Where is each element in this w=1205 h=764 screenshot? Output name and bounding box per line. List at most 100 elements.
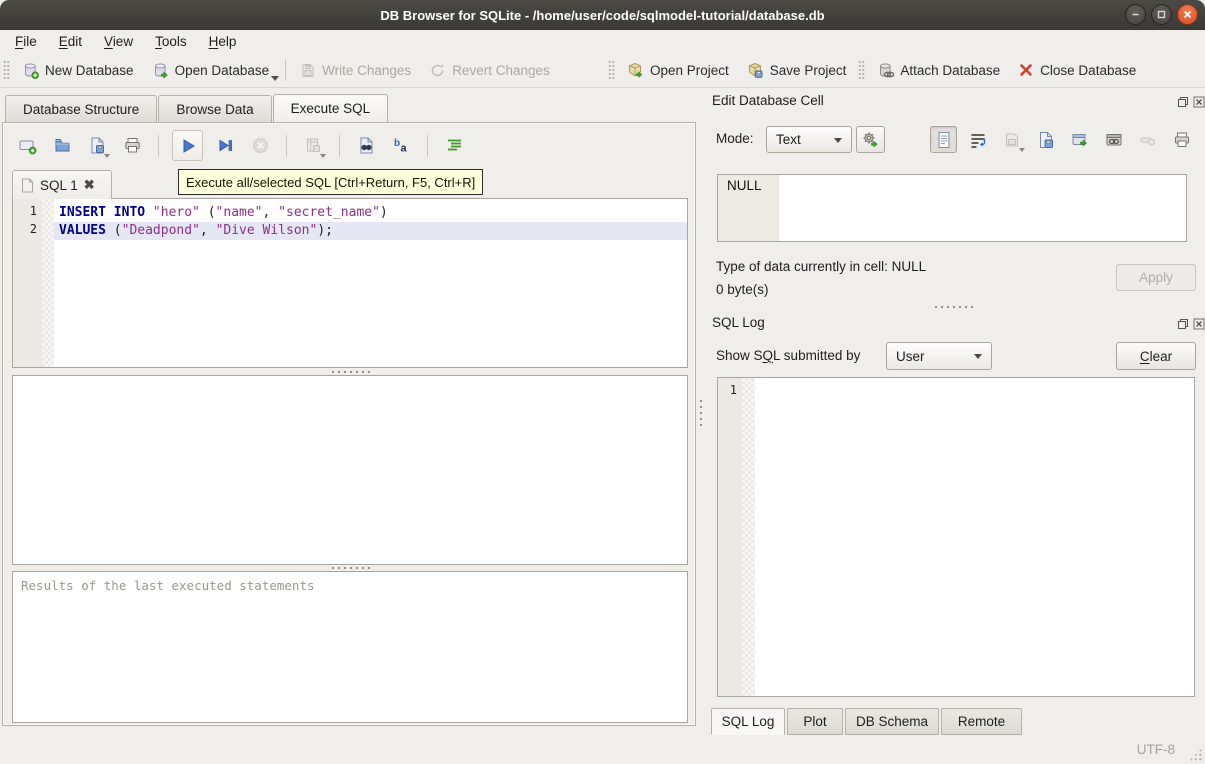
tab-browse-data[interactable]: Browse Data [158, 95, 271, 122]
toolbar-separator [286, 135, 287, 157]
set-null-icon [1139, 131, 1157, 149]
open-database-button[interactable]: Open Database [143, 58, 272, 83]
open-external-button[interactable] [1066, 126, 1093, 153]
print-cell-button[interactable] [1168, 126, 1195, 153]
apply-changes-icon [861, 130, 880, 149]
title-bar[interactable]: DB Browser for SQLite - /home/user/code/… [0, 0, 1205, 30]
log-filter-value: User [896, 349, 925, 364]
dock-tab-db-schema[interactable]: DB Schema [845, 708, 939, 735]
apply-format-button[interactable] [856, 126, 885, 153]
sql-token: "name" [216, 205, 263, 220]
log-filter-select[interactable]: User [886, 342, 992, 370]
revert-changes-icon [429, 62, 446, 79]
fold-margin [42, 199, 54, 367]
toolbar-separator [339, 135, 340, 157]
sql-log-editor[interactable]: 1 [717, 377, 1195, 697]
tab-execute-sql[interactable]: Execute SQL [273, 94, 389, 122]
new-database-icon [22, 62, 39, 79]
float-panel-button[interactable] [1176, 95, 1190, 109]
execute-all-button[interactable] [172, 130, 203, 161]
close-button[interactable] [1177, 4, 1198, 25]
find-replace-button[interactable] [353, 133, 379, 159]
word-wrap-button[interactable] [964, 126, 991, 153]
stop-icon [251, 136, 270, 155]
text-view-icon [935, 131, 953, 149]
clear-log-button[interactable]: Clear [1116, 342, 1196, 370]
save-sql-dropdown-icon[interactable] [104, 154, 110, 158]
open-database-icon [152, 62, 169, 79]
word-wrap-icon [969, 131, 987, 149]
cell-editor-title: Edit Database Cell [712, 93, 824, 108]
print-button[interactable] [119, 133, 145, 159]
dock-tab-sql-log[interactable]: SQL Log [711, 708, 785, 735]
save-sql-file-button[interactable] [84, 133, 110, 159]
export-data-button[interactable] [1032, 126, 1059, 153]
sql-token: VALUES [59, 223, 106, 238]
cell-value-editor[interactable]: NULL [717, 174, 1187, 242]
tab-database-structure[interactable]: Database Structure [5, 95, 157, 122]
close-panel-button[interactable] [1192, 95, 1205, 109]
menu-bar: File Edit View Tools Help [0, 30, 1205, 53]
open-sql-file-button[interactable] [49, 133, 75, 159]
text-view-button[interactable] [930, 126, 957, 153]
tab-label: Browse Data [176, 102, 253, 117]
save-results-icon [304, 136, 323, 155]
menu-view[interactable]: View [93, 32, 144, 51]
apply-button: Apply [1116, 264, 1196, 291]
close-database-button[interactable]: Close Database [1009, 58, 1145, 82]
svg-text:a: a [400, 143, 407, 155]
open-project-button[interactable]: Open Project [618, 58, 738, 83]
results-message-pane[interactable]: Results of the last executed statements [12, 571, 688, 723]
sql-tab-close-icon[interactable]: ✖ [84, 177, 95, 193]
open-database-dropdown-icon[interactable] [271, 76, 279, 81]
format-sql-button[interactable] [441, 133, 467, 159]
chevron-down-icon [834, 138, 842, 143]
maximize-button[interactable] [1151, 4, 1172, 25]
write-changes-button: Write Changes [290, 58, 420, 83]
resize-grip[interactable] [1189, 748, 1202, 761]
vertical-splitter[interactable] [699, 398, 703, 430]
close-panel-button[interactable] [1192, 317, 1205, 331]
mode-select[interactable]: Text [766, 126, 852, 153]
close-panel-icon [1193, 96, 1205, 108]
save-project-button[interactable]: Save Project [738, 58, 856, 83]
attach-database-label: Attach Database [900, 63, 1000, 78]
sql-code-editor[interactable]: 1 2 INSERT INTO "hero" ("name", "secret_… [12, 198, 688, 368]
sql-token: ); [317, 223, 333, 238]
minimize-button[interactable] [1125, 4, 1146, 25]
menu-edit[interactable]: Edit [48, 32, 93, 51]
results-grid-pane[interactable] [12, 375, 688, 565]
open-sql-tab-icon [18, 136, 37, 155]
sql-document-tab[interactable]: SQL 1 ✖ [12, 170, 112, 199]
auto-complete-button[interactable]: b a [388, 133, 414, 159]
close-panel-icon [1193, 318, 1205, 330]
sql-editor-toolbar: b a [14, 130, 467, 161]
execute-line-button[interactable] [212, 133, 238, 159]
sql-token: , [263, 205, 279, 220]
attach-database-icon [877, 62, 894, 79]
tooltip-text: Execute all/selected SQL [Ctrl+Return, F… [186, 175, 475, 190]
execute-line-icon [216, 136, 235, 155]
dock-tab-remote[interactable]: Remote [941, 708, 1022, 735]
log-filter-label: Show SQL submitted by [716, 348, 860, 363]
menu-help[interactable]: Help [198, 32, 248, 51]
toolbar-drag-handle[interactable] [608, 60, 615, 80]
sql-tab-label: SQL 1 [40, 178, 78, 193]
horizontal-splitter[interactable] [330, 566, 370, 570]
dock-splitter[interactable] [933, 305, 973, 309]
dock-tab-plot[interactable]: Plot [787, 708, 843, 735]
attach-database-button[interactable]: Attach Database [868, 58, 1009, 83]
open-sql-tab-button[interactable] [14, 133, 40, 159]
new-database-button[interactable]: New Database [13, 58, 143, 83]
copy-link-button[interactable] [1100, 126, 1127, 153]
toolbar-drag-handle[interactable] [858, 60, 865, 80]
menu-file[interactable]: File [4, 32, 48, 51]
code-area[interactable]: INSERT INTO "hero" ("name", "secret_name… [54, 199, 687, 367]
stop-execution-button [247, 133, 273, 159]
find-replace-icon [357, 136, 376, 155]
horizontal-splitter[interactable] [330, 370, 370, 374]
float-panel-button[interactable] [1176, 317, 1190, 331]
save-results-button [300, 133, 326, 159]
menu-tools[interactable]: Tools [144, 32, 198, 51]
toolbar-drag-handle[interactable] [3, 60, 10, 80]
